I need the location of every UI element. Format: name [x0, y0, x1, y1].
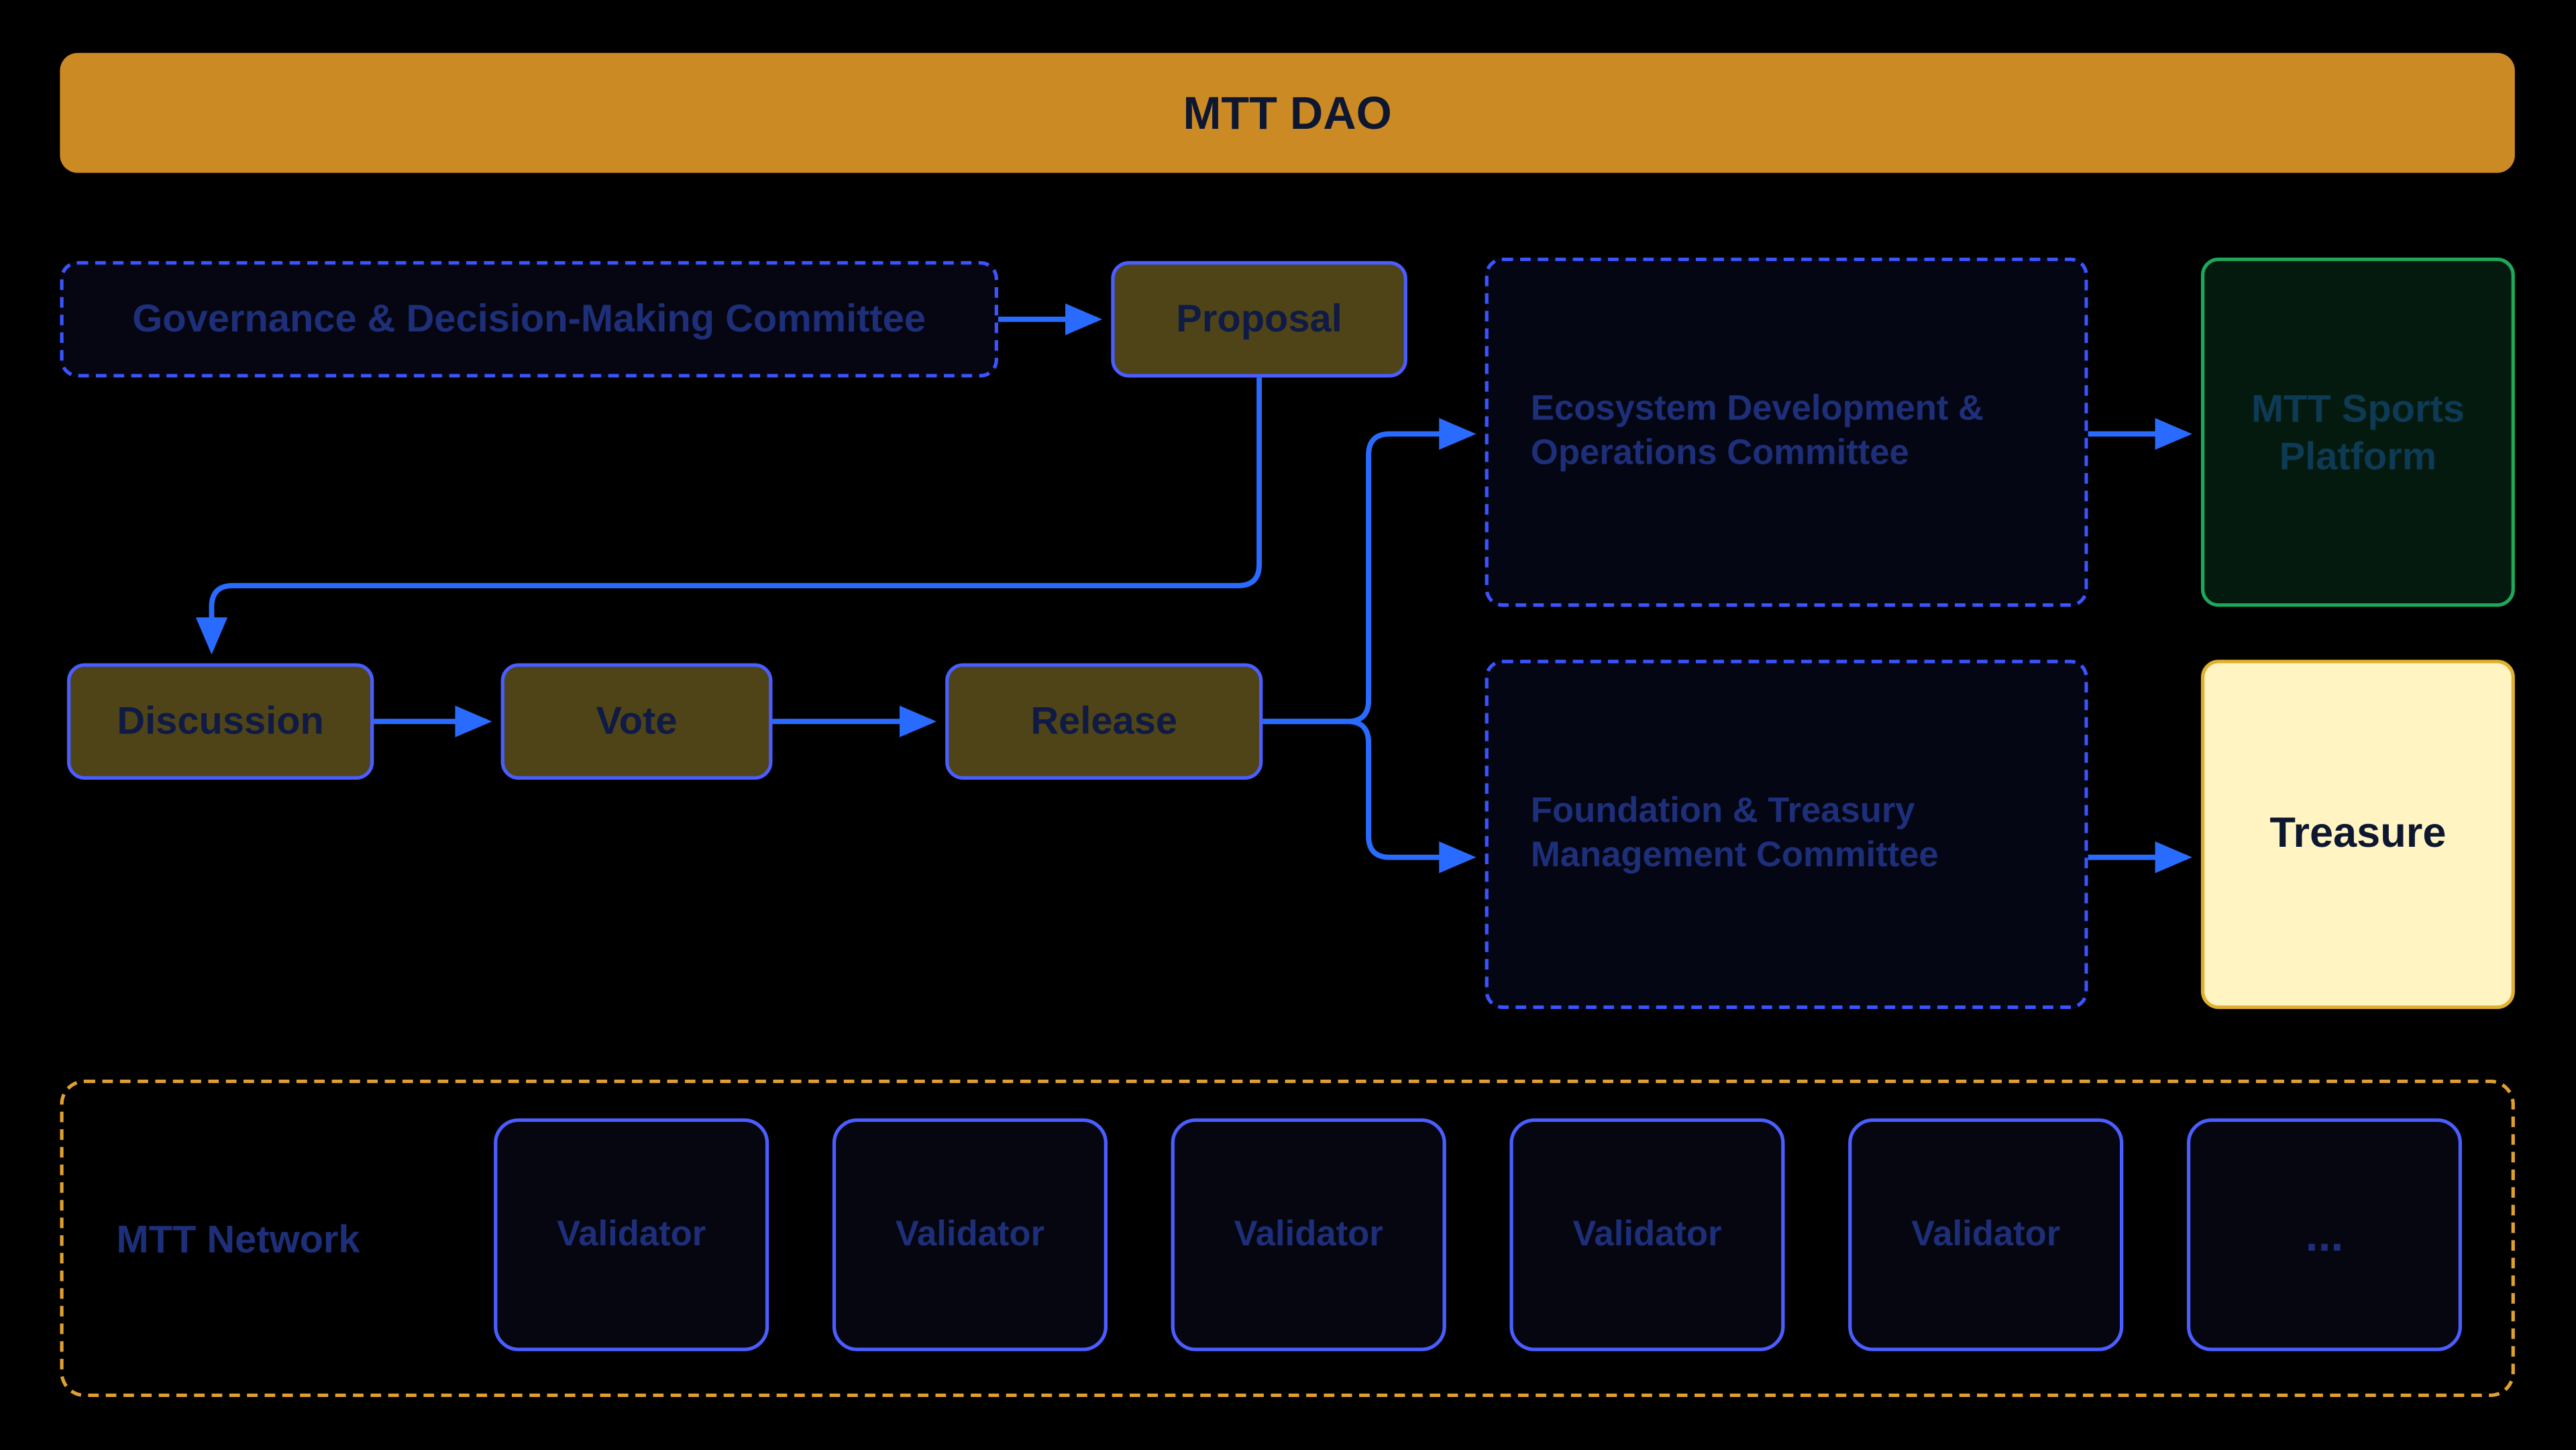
- discussion-label: Discussion: [117, 697, 324, 745]
- foundation-committee-box: Foundation & Treasury Management Committ…: [1485, 660, 2088, 1009]
- proposal-box: Proposal: [1111, 261, 1407, 378]
- ecosystem-committee-box: Ecosystem Development & Operations Commi…: [1485, 258, 2088, 607]
- validator-label: Validator: [1911, 1212, 2060, 1257]
- foundation-label: Foundation & Treasury Management Committ…: [1531, 790, 2063, 878]
- release-box: Release: [945, 663, 1263, 780]
- header-title: MTT DAO: [1183, 85, 1391, 142]
- vote-label: Vote: [596, 697, 678, 745]
- proposal-label: Proposal: [1176, 295, 1342, 344]
- sports-platform-box: MTT Sports Platform: [2201, 258, 2515, 607]
- validator-box-4: Validator: [1509, 1119, 1784, 1351]
- treasure-label: Treasure: [2269, 808, 2446, 861]
- validator-label: Validator: [557, 1212, 706, 1257]
- validator-label: Validator: [1572, 1212, 1721, 1257]
- discussion-box: Discussion: [67, 663, 374, 780]
- governance-committee-box: Governance & Decision-Making Committee: [60, 261, 998, 378]
- sports-label: MTT Sports Platform: [2226, 384, 2490, 481]
- ecosystem-label: Ecosystem Development & Operations Commi…: [1531, 388, 2063, 476]
- arrow-release-foundation: [1263, 721, 1470, 857]
- validator-box-3: Validator: [1171, 1119, 1446, 1351]
- validator-box-2: Validator: [833, 1119, 1108, 1351]
- release-label: Release: [1030, 697, 1177, 745]
- validator-box-more: ...: [2187, 1119, 2462, 1351]
- arrow-release-ecosystem: [1263, 434, 1470, 722]
- validator-label: Validator: [1234, 1212, 1383, 1257]
- vote-box: Vote: [501, 663, 773, 780]
- validator-more-label: ...: [2305, 1206, 2343, 1263]
- network-label: MTT Network: [117, 1217, 360, 1263]
- header-bar: MTT DAO: [60, 53, 2515, 173]
- validator-box-5: Validator: [1848, 1119, 2123, 1351]
- treasure-box: Treasure: [2201, 660, 2515, 1009]
- validator-label: Validator: [896, 1212, 1044, 1257]
- arrow-proposal-discussion: [211, 378, 1259, 650]
- governance-label: Governance & Decision-Making Committee: [132, 295, 926, 344]
- validator-box-1: Validator: [494, 1119, 769, 1351]
